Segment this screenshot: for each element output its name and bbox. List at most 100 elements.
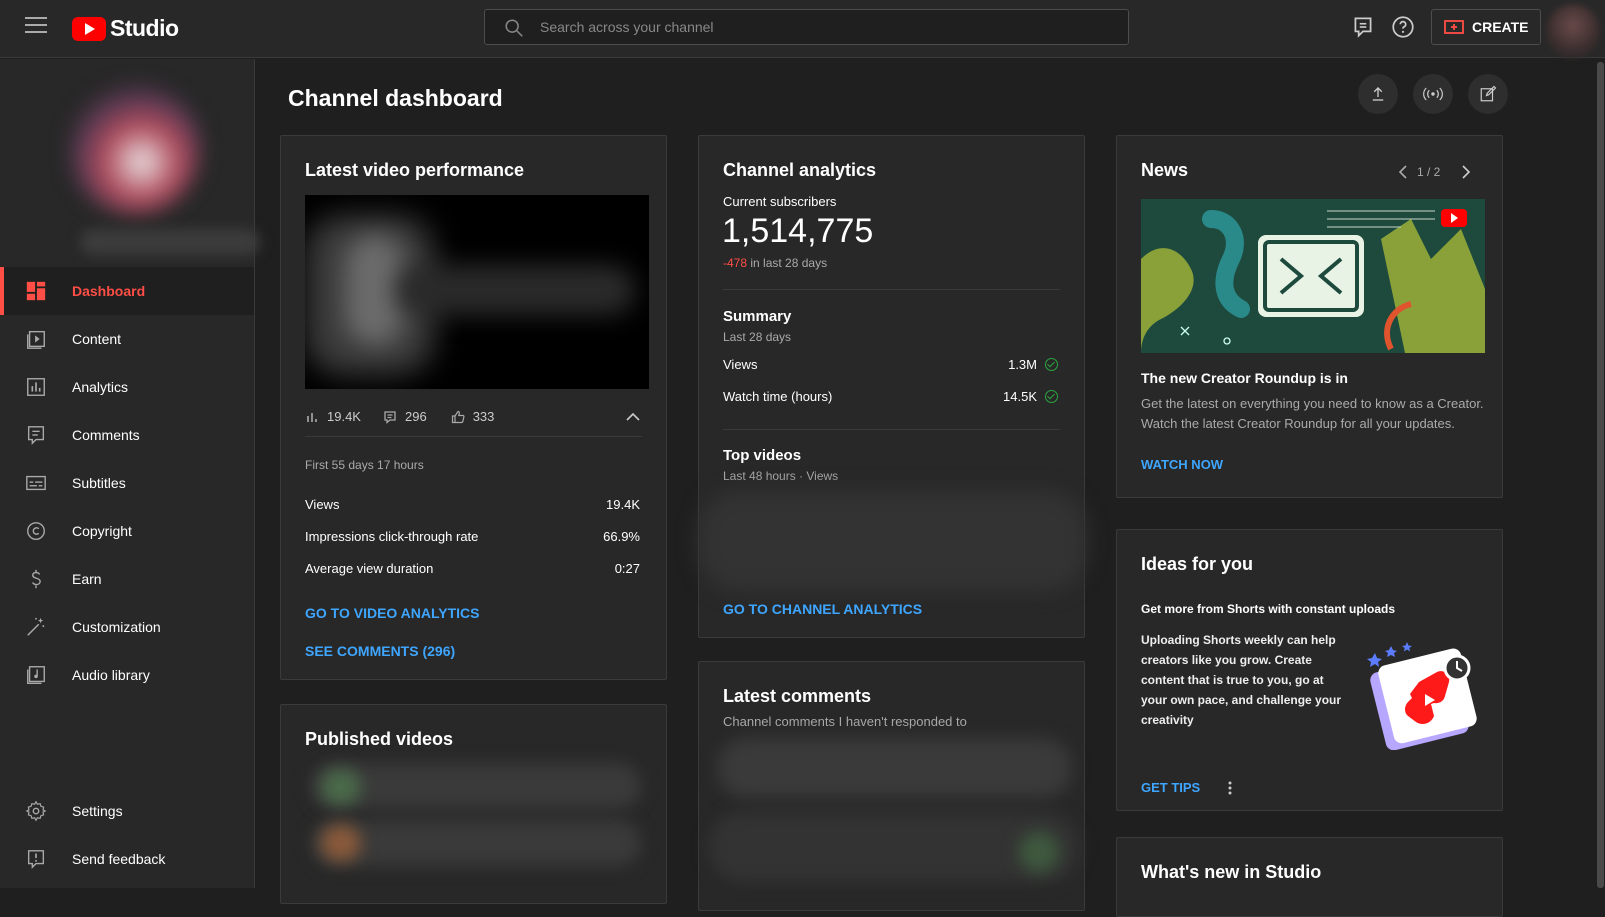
feedback-icon — [27, 850, 45, 869]
news-headline: The new Creator Roundup is in — [1141, 370, 1348, 386]
sidebar-item-label: Send feedback — [72, 851, 166, 867]
video-thumbnail[interactable] — [305, 195, 649, 389]
divider — [723, 429, 1060, 430]
metric-label: Average view duration — [305, 561, 434, 576]
comment-video-thumbnail — [1019, 832, 1059, 872]
help-icon[interactable] — [1390, 14, 1416, 40]
chevron-up-icon[interactable] — [626, 412, 640, 422]
card-title: Published videos — [305, 729, 454, 749]
metric-row: Average view duration 0:27 — [305, 561, 640, 576]
wand-icon — [27, 617, 45, 636]
go-live-button[interactable] — [1413, 74, 1453, 114]
card-title: Latest comments — [723, 686, 872, 706]
summary-title: Summary — [723, 308, 792, 325]
sidebar-item-send-feedback[interactable]: Send feedback — [0, 835, 254, 883]
news-banner-image[interactable] — [1141, 199, 1485, 353]
menu-icon[interactable] — [25, 17, 47, 35]
youtube-play-icon — [72, 16, 106, 41]
video-stats: 19.4K 296 333 — [305, 409, 494, 424]
news-card: News 1 / 2 The new Creator Roundup is in… — [1116, 135, 1503, 498]
more-vert-icon[interactable] — [1228, 781, 1232, 795]
live-broadcast-icon — [1423, 87, 1443, 101]
sidebar-item-comments[interactable]: Comments — [0, 411, 254, 459]
create-label: CREATE — [1472, 19, 1529, 35]
news-pager: 1 / 2 — [1417, 165, 1441, 179]
audio-library-icon — [27, 666, 45, 684]
page-title: Channel dashboard — [288, 85, 503, 111]
chevron-left-icon[interactable] — [1398, 165, 1408, 179]
published-videos-card: Published videos — [280, 704, 667, 904]
news-body: Get the latest on everything you need to… — [1141, 396, 1484, 431]
ideas-body: Uploading Shorts weekly can help creator… — [1141, 633, 1342, 727]
get-tips-link[interactable]: GET TIPS — [1141, 780, 1200, 795]
creator-chat-icon[interactable] — [1350, 14, 1376, 40]
divider — [305, 436, 642, 437]
sidebar-bottom-nav: Settings Send feedback — [0, 787, 254, 883]
metric-row: Views 19.4K — [305, 497, 640, 512]
metric-row: Impressions click-through rate 66.9% — [305, 529, 640, 544]
video-thumbnail — [321, 769, 361, 805]
create-button[interactable]: CREATE — [1431, 9, 1541, 45]
card-title: Ideas for you — [1141, 554, 1254, 574]
analytics-icon — [27, 378, 45, 396]
copyright-icon — [27, 522, 45, 540]
ideas-headline: Get more from Shorts with constant uploa… — [1141, 602, 1396, 616]
card-title: Latest video performance — [305, 160, 525, 180]
upload-icon — [1372, 87, 1384, 101]
channel-avatar[interactable] — [55, 69, 260, 269]
likes-count: 333 — [472, 409, 495, 424]
thumbs-up-icon — [451, 410, 465, 423]
sidebar-item-audio-library[interactable]: Audio library — [0, 651, 254, 699]
whats-new-card: What's new in Studio — [1116, 837, 1503, 917]
upload-button[interactable] — [1358, 74, 1398, 114]
metric-label: Impressions click-through rate — [305, 529, 479, 544]
video-analytics-link[interactable]: GO TO VIDEO ANALYTICS — [305, 605, 480, 621]
search-icon — [505, 19, 523, 37]
comment-item[interactable] — [717, 738, 1072, 798]
comments-count: 296 — [404, 409, 427, 424]
sidebar-item-label: Customization — [72, 619, 161, 635]
studio-logo[interactable]: Studio — [72, 15, 179, 42]
search-box[interactable] — [484, 9, 1129, 45]
sidebar-item-dashboard[interactable]: Dashboard — [0, 267, 254, 315]
comments-subtitle: Channel comments I haven't responded to — [723, 714, 967, 729]
summary-row: Views 1.3M — [723, 357, 1058, 372]
main-content: Channel dashboard Latest video performan… — [255, 59, 1605, 917]
summary-label: Views — [723, 357, 758, 372]
bar-chart-icon — [307, 412, 317, 422]
period-label: First 55 days 17 hours — [305, 458, 424, 472]
page-scrollbar[interactable] — [1597, 62, 1604, 888]
chevron-right-icon[interactable] — [1461, 165, 1471, 179]
metric-value: 0:27 — [614, 561, 640, 576]
metric-value: 19.4K — [606, 497, 640, 512]
sidebar-item-label: Analytics — [72, 379, 129, 395]
sidebar-item-settings[interactable]: Settings — [0, 787, 254, 835]
sidebar-item-content[interactable]: Content — [0, 315, 254, 363]
metric-label: Views — [305, 497, 340, 512]
comments-icon — [27, 426, 45, 445]
top-videos-list[interactable] — [699, 491, 1086, 591]
sidebar-item-label: Dashboard — [72, 283, 146, 299]
divider — [723, 289, 1060, 290]
channel-analytics-link[interactable]: GO TO CHANNEL ANALYTICS — [723, 601, 922, 617]
sidebar-item-earn[interactable]: Earn — [0, 555, 254, 603]
summary-period: Last 28 days — [723, 330, 792, 344]
sidebar-item-label: Settings — [72, 803, 123, 819]
sidebar-item-subtitles[interactable]: Subtitles — [0, 459, 254, 507]
sidebar-item-label: Copyright — [72, 523, 132, 539]
see-comments-link[interactable]: SEE COMMENTS (296) — [305, 643, 455, 659]
account-avatar[interactable] — [1546, 4, 1600, 58]
sidebar-item-analytics[interactable]: Analytics — [0, 363, 254, 411]
create-post-button[interactable] — [1468, 74, 1508, 114]
sidebar-item-customization[interactable]: Customization — [0, 603, 254, 651]
subscribers-count: 1,514,775 — [722, 212, 874, 250]
watch-now-link[interactable]: WATCH NOW — [1141, 457, 1223, 472]
sidebar-item-label: Subtitles — [72, 475, 126, 491]
app-name: Studio — [110, 15, 179, 41]
metric-value: 66.9% — [603, 529, 640, 544]
subscribers-label: Current subscribers — [723, 194, 837, 209]
gear-icon — [25, 800, 47, 822]
search-input[interactable] — [540, 10, 1110, 44]
sidebar-item-copyright[interactable]: Copyright — [0, 507, 254, 555]
top-videos-period: Last 48 hours · Views — [723, 469, 839, 483]
